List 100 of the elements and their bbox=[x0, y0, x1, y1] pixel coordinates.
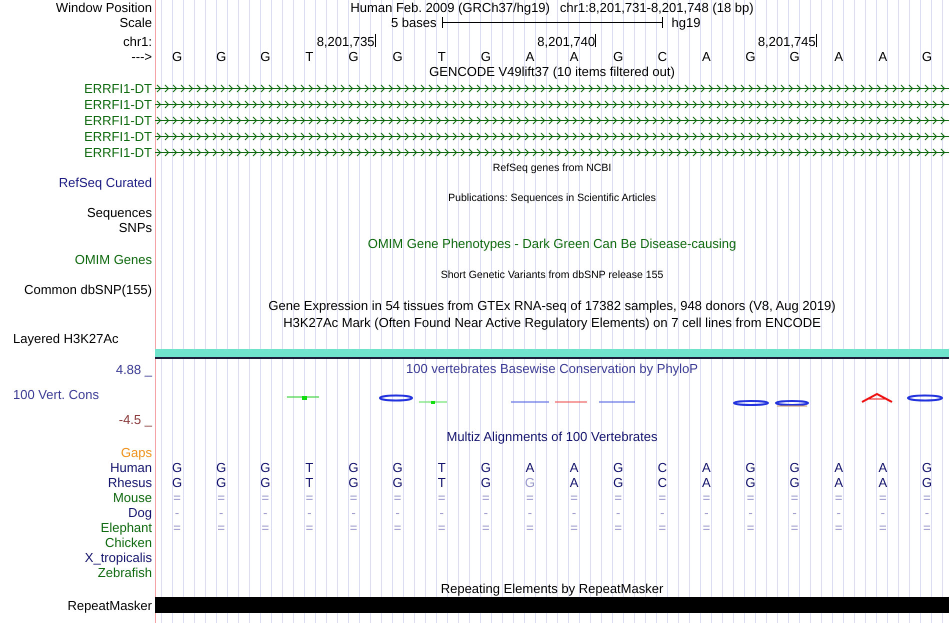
track-label: ERRFI1-DT bbox=[84, 112, 152, 128]
track-title: Repeating Elements by RepeatMasker bbox=[440, 581, 664, 596]
aligned-base: = bbox=[173, 490, 181, 505]
aligned-base: = bbox=[438, 520, 446, 535]
track-label: ERRFI1-DT bbox=[84, 80, 152, 96]
track-label: X_tropicalis bbox=[84, 550, 152, 565]
aligned-base: = bbox=[879, 490, 887, 505]
track-title: Gene Expression in 54 tissues from GTEx RNA-seq of 17382 samples, 948 donors (V8, Aug 2019) bbox=[268, 298, 836, 313]
aligned-base: G bbox=[260, 460, 270, 475]
base-letter: G bbox=[480, 49, 491, 64]
tick-mark bbox=[374, 34, 376, 47]
aligned-base: T bbox=[438, 460, 446, 475]
aligned-base: - bbox=[924, 505, 930, 520]
aligned-base: = bbox=[834, 490, 842, 505]
aligned-base: = bbox=[482, 520, 490, 535]
track-label: ERRFI1-DT bbox=[84, 144, 152, 160]
track-label: Layered H3K27Ac bbox=[13, 331, 119, 346]
aligned-base: = bbox=[173, 520, 181, 535]
aligned-base: - bbox=[748, 505, 753, 520]
aligned-base: C bbox=[658, 460, 667, 475]
aligned-base: G bbox=[172, 460, 182, 475]
track-title: Publications: Sequences in Scientific Articles bbox=[448, 192, 656, 204]
track-title: Short Genetic Variants from dbSNP release 155 bbox=[440, 268, 664, 280]
axis-min-label: -4.5 _ bbox=[118, 412, 154, 426]
track-label: Sequences bbox=[86, 205, 152, 220]
aligned-base: G bbox=[745, 475, 756, 490]
base-letter: G bbox=[613, 49, 624, 64]
track-label: RefSeq Curated bbox=[58, 175, 152, 190]
base-letter: C bbox=[658, 49, 667, 64]
axis-max-label: 4.88 _ bbox=[116, 362, 154, 376]
aligned-base: - bbox=[572, 505, 576, 520]
position-range: chr1:8,201,731-8,201,748 (18 bp) bbox=[560, 0, 754, 15]
aligned-base: = bbox=[834, 520, 842, 535]
aligned-base: C bbox=[658, 475, 667, 490]
aligned-base: - bbox=[528, 505, 532, 520]
aligned-base: G bbox=[613, 460, 624, 475]
aligned-base: = bbox=[261, 490, 270, 505]
aligned-base: = bbox=[702, 490, 710, 505]
track-title: 100 vertebrates Basewise Conservation by PhyloP bbox=[406, 360, 698, 378]
aligned-base: - bbox=[440, 505, 444, 520]
aligned-base: = bbox=[526, 490, 534, 505]
aligned-base: A bbox=[570, 460, 578, 475]
aligned-base: G bbox=[392, 460, 403, 475]
aligned-base: G bbox=[392, 475, 403, 490]
track-label: Chicken bbox=[105, 535, 152, 550]
aligned-base: = bbox=[482, 490, 490, 505]
track-label: Human bbox=[110, 460, 152, 475]
track-label: Rhesus bbox=[108, 475, 152, 490]
track-title: RefSeq genes from NCBI bbox=[492, 162, 612, 174]
aligned-base: = bbox=[879, 520, 887, 535]
track-label: Zebrafish bbox=[98, 565, 152, 580]
aligned-base: = bbox=[614, 520, 622, 535]
aligned-base: A bbox=[878, 475, 888, 490]
aligned-base: G bbox=[480, 475, 491, 490]
aligned-base: - bbox=[880, 505, 885, 520]
base-letter: A bbox=[834, 49, 844, 64]
base-letter: A bbox=[526, 49, 534, 64]
aligned-base: = bbox=[790, 520, 798, 535]
aligned-base: G bbox=[790, 475, 800, 490]
aligned-base: = bbox=[923, 490, 931, 505]
track-label: chr1: bbox=[123, 34, 152, 49]
track-label: 100 Vert. Cons bbox=[12, 386, 99, 402]
track-label: OMIM Genes bbox=[74, 252, 152, 267]
aligned-base: = bbox=[306, 520, 314, 535]
aligned-base: = bbox=[923, 520, 931, 535]
aligned-base: = bbox=[570, 490, 578, 505]
coordinate-label: 8,201,735 bbox=[316, 34, 375, 49]
aligned-base: = bbox=[702, 520, 710, 535]
track-label: ERRFI1-DT bbox=[84, 96, 152, 112]
aligned-base: T bbox=[305, 475, 314, 490]
aligned-base: = bbox=[217, 490, 225, 505]
aligned-base: = bbox=[394, 490, 402, 505]
base-letter: A bbox=[702, 49, 711, 64]
aligned-base: G bbox=[790, 460, 800, 475]
track-title: OMIM Gene Phenotypes - Dark Green Can Be Disease-causing bbox=[368, 236, 736, 251]
base-letter: A bbox=[878, 49, 888, 64]
track-label: SNPs bbox=[118, 220, 152, 235]
aligned-base: = bbox=[658, 490, 666, 505]
aligned-base: - bbox=[263, 505, 268, 520]
aligned-base: = bbox=[350, 490, 358, 505]
aligned-base: A bbox=[702, 460, 711, 475]
aligned-base: G bbox=[745, 460, 756, 475]
aligned-base: - bbox=[660, 505, 664, 520]
base-letter: G bbox=[260, 49, 270, 64]
aligned-base: A bbox=[834, 460, 844, 475]
aligned-base: - bbox=[395, 505, 400, 520]
aligned-base: - bbox=[616, 505, 620, 520]
aligned-base: G bbox=[260, 475, 270, 490]
tick-mark bbox=[816, 34, 817, 47]
aligned-base: A bbox=[834, 475, 844, 490]
aligned-base: - bbox=[218, 505, 224, 520]
aligned-base: - bbox=[307, 505, 312, 520]
aligned-base: G bbox=[216, 460, 226, 475]
aligned-base: A bbox=[878, 460, 888, 475]
track-label: Elephant bbox=[100, 520, 152, 535]
aligned-base: = bbox=[570, 520, 578, 535]
aligned-base: G bbox=[613, 475, 624, 490]
base-letter: G bbox=[348, 49, 359, 64]
aligned-base: G bbox=[922, 475, 932, 490]
aligned-base: - bbox=[836, 505, 841, 520]
